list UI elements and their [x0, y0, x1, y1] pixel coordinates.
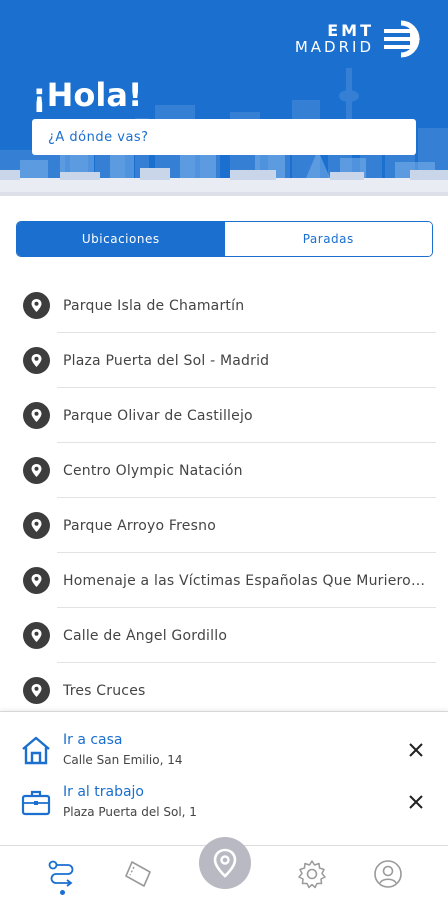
list-item[interactable]: Plaza Puerta del Sol - Madrid [0, 333, 448, 388]
briefcase-icon [21, 790, 51, 816]
locations-list: Parque Isla de Chamartín Plaza Puerta de… [0, 278, 448, 718]
list-item[interactable]: Centro Olympic Natación [0, 443, 448, 498]
ticket-icon[interactable] [122, 858, 154, 890]
route-icon[interactable] [46, 858, 78, 890]
tab-paradas[interactable]: Paradas [224, 222, 432, 256]
list-item-label: Calle de Ángel Gordillo [63, 627, 228, 644]
list-item[interactable]: Parque Isla de Chamartín [0, 278, 448, 333]
shortcut-home[interactable]: Ir a casa Calle San Emilio, 14 [0, 726, 448, 776]
list-item-label: Parque Arroyo Fresno [63, 517, 216, 534]
location-pin-icon [213, 848, 237, 878]
location-pin-icon [23, 567, 50, 594]
list-item[interactable]: Tres Cruces [0, 663, 448, 718]
shortcuts-panel: Ir a casa Calle San Emilio, 14 Ir al tra… [0, 711, 448, 845]
greeting-title: ¡Hola! [32, 76, 143, 114]
location-pin-icon [23, 457, 50, 484]
user-icon[interactable] [372, 858, 404, 890]
location-pin-icon [23, 292, 50, 319]
logo-madrid-text: MADRID [294, 38, 374, 56]
active-indicator [60, 890, 65, 895]
shortcut-work[interactable]: Ir al trabajo Plaza Puerta del Sol, 1 [0, 778, 448, 828]
logo-emt-text: EMT [327, 21, 374, 40]
list-item-label: Centro Olympic Natación [63, 462, 243, 479]
remove-work-close-icon[interactable] [406, 792, 426, 812]
search-placeholder: ¿A dónde vas? [48, 129, 149, 145]
shortcut-work-address: Plaza Puerta del Sol, 1 [63, 805, 197, 819]
list-item-label: Plaza Puerta del Sol - Madrid [63, 352, 270, 369]
destination-search-input[interactable]: ¿A dónde vas? [32, 119, 416, 155]
header-divider [0, 192, 448, 196]
gear-icon[interactable] [296, 858, 328, 890]
location-pin-icon [23, 347, 50, 374]
list-item[interactable]: Parque Olivar de Castillejo [0, 388, 448, 443]
tab-ubicaciones[interactable]: Ubicaciones [17, 222, 225, 256]
bottom-navigation [0, 837, 448, 900]
header: EMT MADRID ¡Hola! ¿A dónde vas? [0, 0, 448, 192]
remove-home-close-icon[interactable] [406, 740, 426, 760]
shortcut-work-title: Ir al trabajo [63, 784, 144, 800]
list-item[interactable]: Calle de Ángel Gordillo [0, 608, 448, 663]
home-icon [22, 736, 50, 765]
tab-bar: Ubicaciones Paradas [16, 221, 433, 257]
shortcut-home-address: Calle San Emilio, 14 [63, 753, 183, 767]
list-item-label: Tres Cruces [63, 682, 146, 699]
emt-madrid-logo: EMT MADRID [295, 20, 428, 58]
list-item[interactable]: Parque Arroyo Fresno [0, 498, 448, 553]
list-item-label: Parque Isla de Chamartín [63, 297, 245, 314]
shortcut-home-title: Ir a casa [63, 732, 123, 748]
map-location-button[interactable] [199, 837, 251, 889]
location-pin-icon [23, 677, 50, 704]
list-item-label: Homenaje a las Víctimas Españolas Que Mu… [63, 572, 431, 589]
location-pin-icon [23, 402, 50, 429]
location-pin-icon [23, 512, 50, 539]
emt-logo-mark-icon [384, 20, 420, 58]
list-item[interactable]: Homenaje a las Víctimas Españolas Que Mu… [0, 553, 448, 608]
list-item-label: Parque Olivar de Castillejo [63, 407, 253, 424]
location-pin-icon [23, 622, 50, 649]
